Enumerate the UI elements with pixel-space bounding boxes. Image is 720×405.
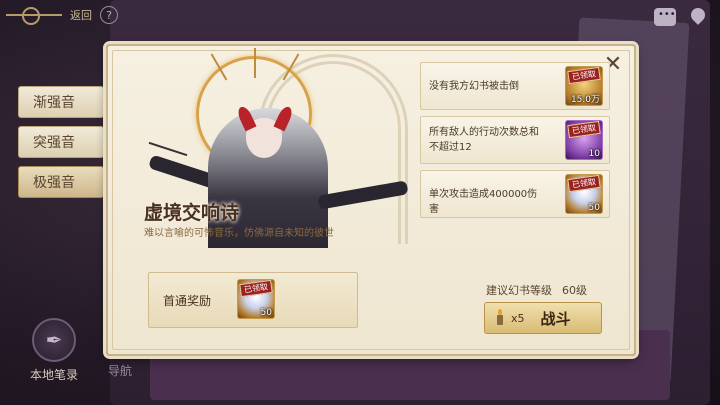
recommended-level: 建议幻书等级 60级 xyxy=(486,282,587,298)
objective-text: 所有敌人的行动次数总和不超过12 xyxy=(429,127,539,153)
top-nav: 返回 ? xyxy=(6,4,118,26)
claimed-badge: 已领取 xyxy=(567,175,601,193)
candle-icon xyxy=(493,309,507,327)
objective-text: 单次攻击造成400000伤害 xyxy=(429,189,538,215)
chat-icon[interactable] xyxy=(654,8,676,26)
location-pin-icon[interactable] xyxy=(690,8,706,28)
halo-spike xyxy=(254,48,256,78)
reward-count: 50 xyxy=(260,308,272,318)
coin-reward-icon[interactable]: 已领取 15.0万 xyxy=(565,66,603,106)
stamina-cost: x5 xyxy=(511,311,525,325)
objective-text: 没有我方幻书被击倒 xyxy=(429,81,519,92)
claimed-badge: 已领取 xyxy=(239,280,273,298)
top-right-icons xyxy=(654,8,706,28)
level-value: 60级 xyxy=(562,284,587,297)
first-clear-reward: 首通奖励 已领取 50 xyxy=(148,272,358,328)
reward-count: 10 xyxy=(588,149,600,159)
tab-sforzando[interactable]: 突强音 xyxy=(18,126,104,158)
objective-row: 没有我方幻书被击倒 已领取 15.0万 xyxy=(420,62,610,110)
level-label: 建议幻书等级 xyxy=(486,284,552,297)
back-arrow-icon[interactable] xyxy=(6,4,62,26)
help-icon[interactable]: ? xyxy=(100,6,118,24)
back-button[interactable]: 返回 xyxy=(70,7,92,23)
battle-label: 战斗 xyxy=(540,309,571,328)
first-clear-label: 首通奖励 xyxy=(163,294,212,308)
objective-row: 单次攻击造成400000伤害 已领取 50 xyxy=(420,170,610,218)
claimed-badge: 已领取 xyxy=(567,67,601,85)
stage-dialog: 虚境交响诗 难以言喻的可怖音乐，仿佛源自未知的彼世 ✕ 没有我方幻书被击倒 已领… xyxy=(106,44,636,356)
purple-gem-reward-icon[interactable]: 已领取 10 xyxy=(565,120,603,160)
quill-icon: ✒ xyxy=(32,318,76,362)
claimed-badge: 已领取 xyxy=(567,121,601,139)
baton xyxy=(148,141,188,157)
tab-crescendo[interactable]: 渐强音 xyxy=(18,86,104,118)
tab-fortissimo[interactable]: 极强音 xyxy=(18,166,104,198)
navigation-label[interactable]: 导航 xyxy=(108,362,132,379)
notebook-label: 本地笔录 xyxy=(29,368,78,382)
crystal-reward-icon[interactable]: 已领取 50 xyxy=(237,279,275,319)
stage-title: 虚境交响诗 xyxy=(144,202,240,224)
objective-row: 所有敌人的行动次数总和不超过12 已领取 10 xyxy=(420,116,610,164)
reward-count: 15.0万 xyxy=(570,95,600,105)
objective-list: 没有我方幻书被击倒 已领取 15.0万 所有敌人的行动次数总和不超过12 已领取… xyxy=(420,62,610,224)
reward-count: 50 xyxy=(588,203,600,213)
notebook-button[interactable]: ✒ 本地笔录 xyxy=(22,318,86,383)
crystal-reward-icon[interactable]: 已领取 50 xyxy=(565,174,603,214)
stage-subtitle: 难以言喻的可怖音乐，仿佛源自未知的彼世 xyxy=(144,228,334,239)
battle-button[interactable]: x5 战斗 xyxy=(484,302,602,334)
